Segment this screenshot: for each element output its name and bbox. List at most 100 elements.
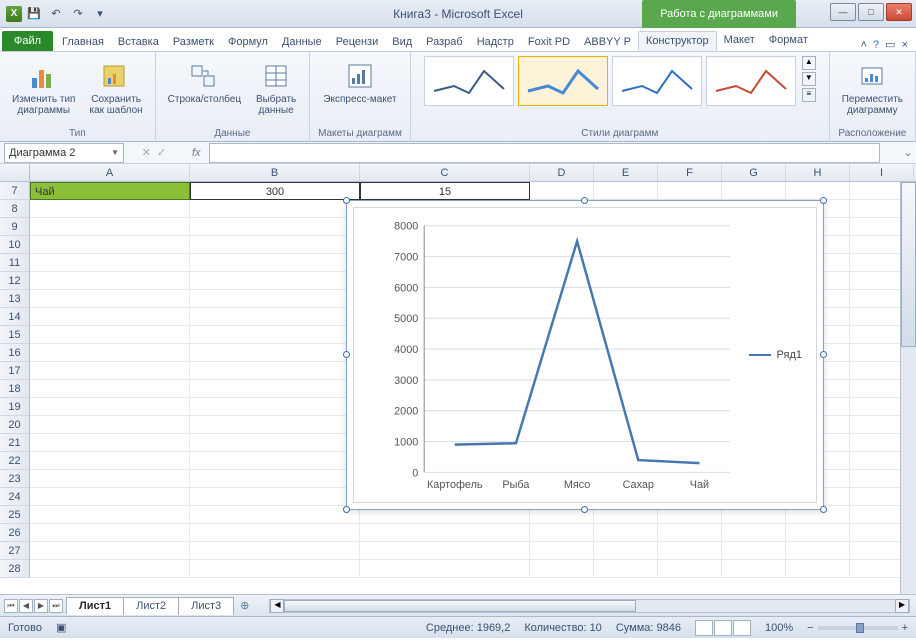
tab-макет[interactable]: Макет [717, 31, 762, 51]
move-chart-button[interactable]: Переместить диаграмму [838, 56, 907, 120]
row-header-15[interactable]: 15 [0, 326, 30, 344]
quick-layout-button[interactable]: Экспресс-макет [319, 56, 400, 109]
undo-icon[interactable]: ↶ [46, 4, 66, 24]
sheet-nav-last[interactable]: ⏭ [49, 599, 63, 613]
cell-A10[interactable] [30, 236, 190, 254]
cell-C26[interactable] [360, 524, 530, 542]
chart-object[interactable]: 010002000300040005000600070008000Картофе… [346, 200, 824, 510]
new-sheet-icon[interactable]: ⊕ [240, 599, 249, 612]
cell-A24[interactable] [30, 488, 190, 506]
cell-B26[interactable] [190, 524, 360, 542]
tab-abbyy p[interactable]: ABBYY P [577, 33, 638, 51]
cell-A13[interactable] [30, 290, 190, 308]
tab-конструктор[interactable]: Конструктор [638, 31, 717, 51]
sheet-nav-next[interactable]: ▶ [34, 599, 48, 613]
cell-B27[interactable] [190, 542, 360, 560]
cell-A26[interactable] [30, 524, 190, 542]
save-icon[interactable]: 💾 [24, 4, 44, 24]
cell-G26[interactable] [722, 524, 786, 542]
cell-B14[interactable] [190, 308, 360, 326]
row-header-9[interactable]: 9 [0, 218, 30, 236]
tab-разметк[interactable]: Разметк [166, 33, 221, 51]
view-page-layout[interactable] [714, 620, 732, 636]
cell-D26[interactable] [530, 524, 594, 542]
zoom-slider[interactable]: − + [807, 622, 908, 634]
close-button[interactable]: ✕ [886, 3, 912, 21]
cell-B10[interactable] [190, 236, 360, 254]
view-normal[interactable] [695, 620, 713, 636]
row-header-21[interactable]: 21 [0, 434, 30, 452]
name-box[interactable]: Диаграмма 2 ▼ [4, 143, 124, 163]
hscroll-right[interactable]: ▶ [895, 599, 909, 613]
cell-H27[interactable] [786, 542, 850, 560]
cell-G28[interactable] [722, 560, 786, 578]
cell-A22[interactable] [30, 452, 190, 470]
column-header-H[interactable]: H [786, 164, 850, 181]
zoom-level[interactable]: 100% [765, 622, 793, 634]
cell-B28[interactable] [190, 560, 360, 578]
tab-главная[interactable]: Главная [55, 33, 111, 51]
select-data-button[interactable]: Выбрать данные [251, 56, 301, 120]
help-icon[interactable]: ? [873, 39, 879, 51]
cell-B7[interactable]: 300 [190, 182, 360, 200]
column-header-F[interactable]: F [658, 164, 722, 181]
row-header-11[interactable]: 11 [0, 254, 30, 272]
cell-F28[interactable] [658, 560, 722, 578]
vscroll-thumb[interactable] [901, 182, 916, 347]
cell-F26[interactable] [658, 524, 722, 542]
minimize-ribbon-icon[interactable]: ˄ [861, 39, 867, 51]
cell-A25[interactable] [30, 506, 190, 524]
column-header-C[interactable]: C [360, 164, 530, 181]
column-header-G[interactable]: G [722, 164, 786, 181]
sheet-nav-first[interactable]: ⏮ [4, 599, 18, 613]
cell-A7[interactable]: Чай [30, 182, 190, 200]
sheet-tab-Лист1[interactable]: Лист1 [66, 597, 124, 615]
tab-рецензи[interactable]: Рецензи [329, 33, 386, 51]
row-header-23[interactable]: 23 [0, 470, 30, 488]
resize-handle-ne[interactable] [820, 197, 827, 204]
row-header-20[interactable]: 20 [0, 416, 30, 434]
tab-file[interactable]: Файл [2, 31, 53, 51]
cell-B16[interactable] [190, 344, 360, 362]
cell-C28[interactable] [360, 560, 530, 578]
zoom-in-icon[interactable]: + [902, 622, 908, 634]
chart-style-4[interactable] [706, 56, 796, 106]
cell-B20[interactable] [190, 416, 360, 434]
tab-формул[interactable]: Формул [221, 33, 275, 51]
cell-B18[interactable] [190, 380, 360, 398]
cell-A20[interactable] [30, 416, 190, 434]
chart-style-1[interactable] [424, 56, 514, 106]
cell-H7[interactable] [786, 182, 850, 200]
cell-F7[interactable] [658, 182, 722, 200]
expand-formula-bar-icon[interactable]: ⌄ [900, 146, 916, 159]
tab-формат[interactable]: Формат [762, 31, 815, 51]
tab-надстр[interactable]: Надстр [470, 33, 521, 51]
row-header-18[interactable]: 18 [0, 380, 30, 398]
row-header-13[interactable]: 13 [0, 290, 30, 308]
resize-handle-n[interactable] [581, 197, 588, 204]
tab-foxit pd[interactable]: Foxit PD [521, 33, 577, 51]
cell-B13[interactable] [190, 290, 360, 308]
column-header-B[interactable]: B [190, 164, 360, 181]
vertical-scrollbar[interactable] [900, 182, 916, 594]
styles-scroll-up[interactable]: ▲ [802, 56, 816, 70]
sheet-tab-Лист3[interactable]: Лист3 [178, 597, 234, 615]
view-page-break[interactable] [733, 620, 751, 636]
resize-handle-sw[interactable] [343, 506, 350, 513]
cell-A27[interactable] [30, 542, 190, 560]
styles-scroll-down[interactable]: ▼ [802, 72, 816, 86]
cell-E28[interactable] [594, 560, 658, 578]
row-header-12[interactable]: 12 [0, 272, 30, 290]
row-header-27[interactable]: 27 [0, 542, 30, 560]
cell-A17[interactable] [30, 362, 190, 380]
column-header-D[interactable]: D [530, 164, 594, 181]
row-header-8[interactable]: 8 [0, 200, 30, 218]
chart-plot-area[interactable]: 010002000300040005000600070008000Картофе… [353, 207, 817, 503]
cell-A21[interactable] [30, 434, 190, 452]
tab-вставка[interactable]: Вставка [111, 33, 166, 51]
sheet-tab-Лист2[interactable]: Лист2 [123, 597, 179, 615]
column-header-A[interactable]: A [30, 164, 190, 181]
resize-handle-w[interactable] [343, 351, 350, 358]
cell-A18[interactable] [30, 380, 190, 398]
save-as-template-button[interactable]: Сохранить как шаблон [85, 56, 146, 120]
